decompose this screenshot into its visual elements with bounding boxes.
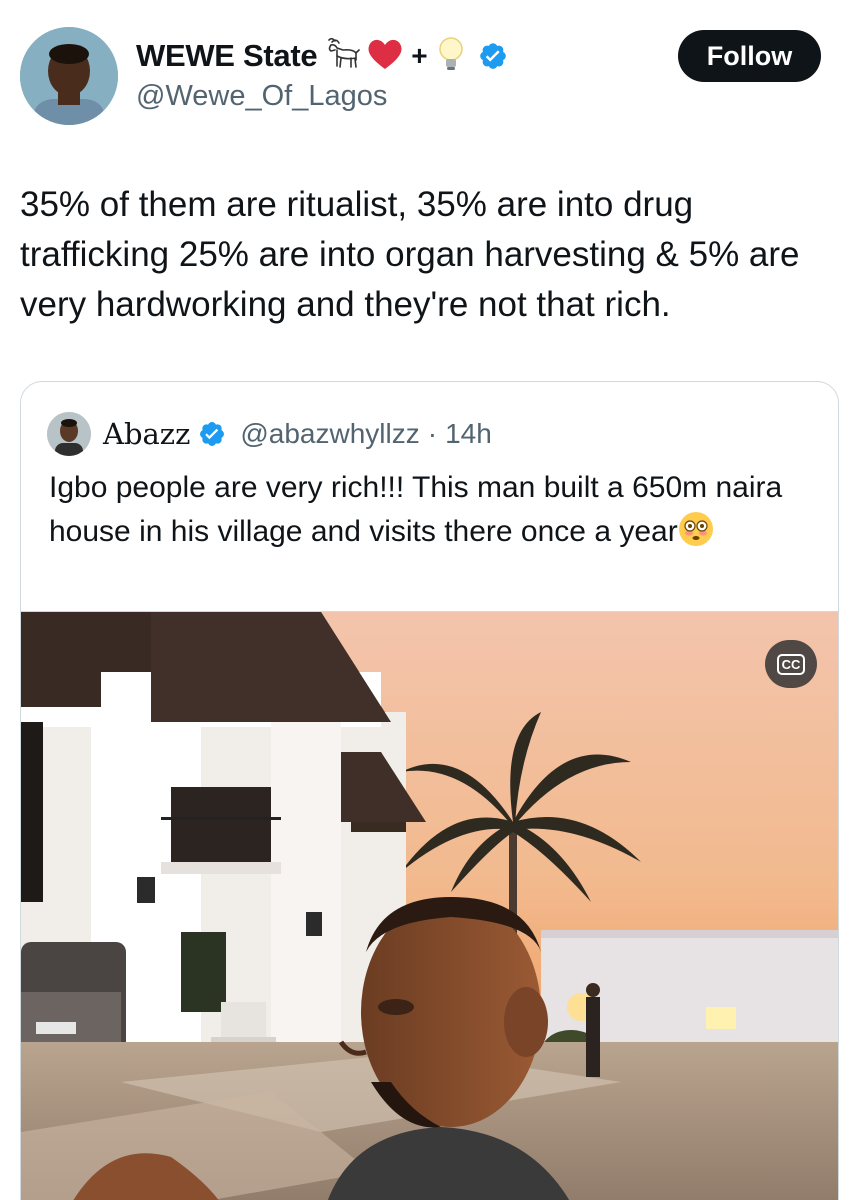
tweet-text: 35% of them are ritualist, 35% are into … — [20, 185, 800, 324]
quoted-author-handle[interactable]: @abazwhyllzz — [240, 418, 419, 450]
quoted-tweet-card[interactable]: Abazz @abazwhyllzz · 14h Igbo people are… — [20, 381, 839, 1200]
flushed-face-icon — [678, 511, 714, 547]
heart-icon — [367, 37, 403, 76]
quoted-author-avatar[interactable] — [47, 412, 91, 456]
author-avatar[interactable] — [20, 27, 118, 125]
video-player[interactable]: CC — [21, 611, 838, 1200]
tweet-header: WEWE State + @Wewe_Of_Lagos Follow — [0, 0, 859, 150]
plus-sign: + — [411, 40, 428, 71]
quoted-author-display-name[interactable]: Abazz — [103, 417, 190, 451]
quoted-tweet-body: Igbo people are very rich!!! This man bu… — [49, 471, 783, 548]
separator-dot: · — [427, 418, 438, 449]
author-handle[interactable]: @Wewe_Of_Lagos — [136, 80, 387, 113]
closed-captions-button[interactable]: CC — [765, 640, 817, 688]
quoted-tweet-timestamp[interactable]: 14h — [445, 418, 492, 450]
quoted-tweet-text: Igbo people are very rich!!! This man bu… — [49, 466, 819, 554]
video-thumbnail — [21, 612, 838, 1200]
goat-icon — [323, 36, 361, 77]
follow-button[interactable]: Follow — [678, 30, 821, 82]
author-name-row[interactable]: WEWE State + — [136, 34, 508, 78]
cc-icon: CC — [776, 653, 806, 675]
bulb-icon — [436, 36, 466, 77]
quoted-tweet-header: Abazz @abazwhyllzz · 14h — [47, 412, 492, 456]
quoted-verified-badge-icon — [198, 420, 226, 448]
verified-badge-icon — [478, 41, 508, 71]
author-display-name[interactable]: WEWE State — [136, 38, 318, 74]
